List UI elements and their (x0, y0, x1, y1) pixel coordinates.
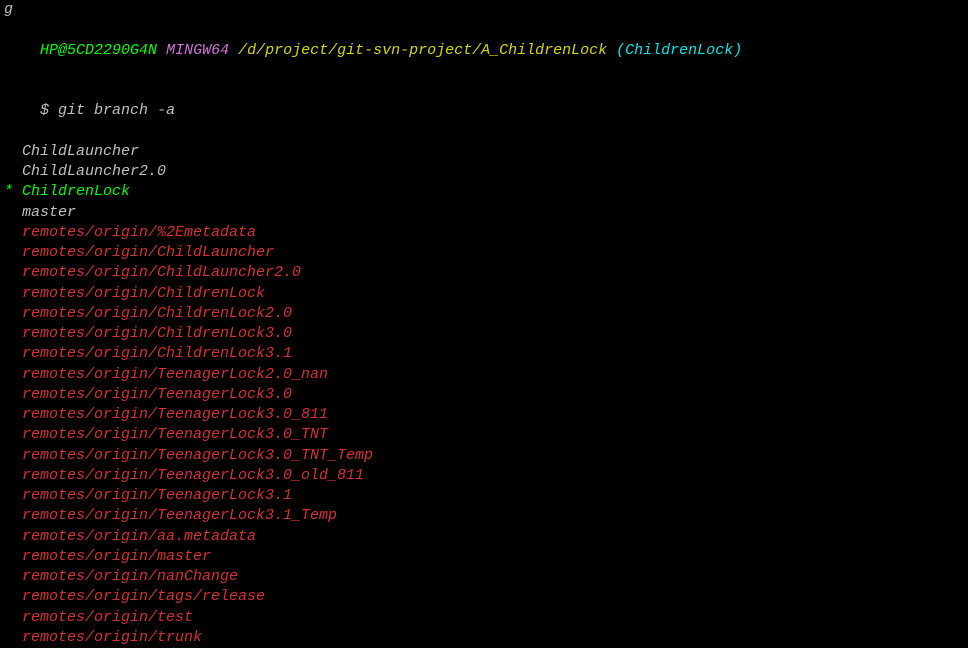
branch-name: remotes/origin/TeenagerLock3.0_old_811 (22, 467, 364, 484)
remote-branches-list: remotes/origin/%2Emetadata remotes/origi… (4, 223, 964, 648)
branch-name: remotes/origin/ChildLauncher2.0 (22, 264, 301, 281)
branch-name: remotes/origin/trunk (22, 629, 202, 646)
branch-marker (4, 324, 22, 344)
remote-branch-item: remotes/origin/trunk (4, 628, 964, 648)
branch-marker (4, 587, 22, 607)
remote-branch-item: remotes/origin/TeenagerLock2.0_nan (4, 365, 964, 385)
remote-branch-item: remotes/origin/TeenagerLock3.0_TNT (4, 425, 964, 445)
branch-marker (4, 203, 22, 223)
branch-name: remotes/origin/master (22, 548, 211, 565)
remote-branch-item: remotes/origin/TeenagerLock3.0_811 (4, 405, 964, 425)
branch-marker (4, 527, 22, 547)
branch-marker (4, 405, 22, 425)
local-branches-list: ChildLauncher ChildLauncher2.0* Children… (4, 142, 964, 223)
remote-branch-item: remotes/origin/TeenagerLock3.1_Temp (4, 506, 964, 526)
remote-branch-item: remotes/origin/aa.metadata (4, 527, 964, 547)
remote-branch-item: remotes/origin/test (4, 608, 964, 628)
remote-branch-item: remotes/origin/ChildrenLock3.0 (4, 324, 964, 344)
branch-name: remotes/origin/ChildrenLock3.1 (22, 345, 292, 362)
branch-name: remotes/origin/%2Emetadata (22, 224, 256, 241)
cwd-path: /d/project/git-svn-project/A_ChildrenLoc… (238, 42, 607, 59)
remote-branch-item: remotes/origin/TeenagerLock3.0_TNT_Temp (4, 446, 964, 466)
branch-marker (4, 284, 22, 304)
remote-branch-item: remotes/origin/TeenagerLock3.1 (4, 486, 964, 506)
branch-marker (4, 506, 22, 526)
branch-marker (4, 446, 22, 466)
command-text: git branch -a (58, 102, 175, 119)
branch-name: ChildrenLock (22, 183, 130, 200)
local-branch-item: ChildLauncher2.0 (4, 162, 964, 182)
branch-indicator: (ChildrenLock) (616, 42, 742, 59)
branch-name: remotes/origin/TeenagerLock3.0_TNT (22, 426, 328, 443)
branch-name: ChildLauncher2.0 (22, 163, 166, 180)
branch-marker (4, 344, 22, 364)
branch-name: remotes/origin/TeenagerLock2.0_nan (22, 366, 328, 383)
branch-name: remotes/origin/TeenagerLock3.1 (22, 487, 292, 504)
branch-name: remotes/origin/TeenagerLock3.0 (22, 386, 292, 403)
prompt-symbol: $ (40, 102, 49, 119)
branch-marker (4, 304, 22, 324)
remote-branch-item: remotes/origin/ChildrenLock3.1 (4, 344, 964, 364)
branch-marker (4, 223, 22, 243)
branch-marker (4, 263, 22, 283)
local-branch-item: master (4, 203, 964, 223)
branch-name: remotes/origin/TeenagerLock3.1_Temp (22, 507, 337, 524)
branch-marker: * (4, 182, 22, 202)
branch-marker (4, 425, 22, 445)
branch-name: master (22, 204, 76, 221)
local-branch-item: ChildLauncher (4, 142, 964, 162)
local-branch-item: * ChildrenLock (4, 182, 964, 202)
branch-name: remotes/origin/aa.metadata (22, 528, 256, 545)
branch-name: remotes/origin/ChildLauncher (22, 244, 274, 261)
user-host: HP@5CD2290G4N (40, 42, 157, 59)
command-line: $ git branch -a (4, 81, 964, 142)
branch-name: remotes/origin/tags/release (22, 588, 265, 605)
branch-marker (4, 628, 22, 648)
branch-marker (4, 385, 22, 405)
shell-prompt: HP@5CD2290G4N MINGW64 /d/project/git-svn… (4, 20, 964, 81)
branch-name: remotes/origin/nanChange (22, 568, 238, 585)
remote-branch-item: remotes/origin/TeenagerLock3.0 (4, 385, 964, 405)
branch-marker (4, 608, 22, 628)
branch-marker (4, 162, 22, 182)
remote-branch-item: remotes/origin/%2Emetadata (4, 223, 964, 243)
remote-branch-item: remotes/origin/tags/release (4, 587, 964, 607)
branch-marker (4, 466, 22, 486)
branch-name: remotes/origin/ChildrenLock3.0 (22, 325, 292, 342)
branch-marker (4, 243, 22, 263)
branch-marker (4, 486, 22, 506)
remote-branch-item: remotes/origin/nanChange (4, 567, 964, 587)
branch-name: remotes/origin/TeenagerLock3.0_811 (22, 406, 328, 423)
prev-output: g (4, 0, 964, 20)
terminal-output[interactable]: g HP@5CD2290G4N MINGW64 /d/project/git-s… (0, 0, 968, 648)
branch-name: remotes/origin/TeenagerLock3.0_TNT_Temp (22, 447, 373, 464)
remote-branch-item: remotes/origin/ChildrenLock2.0 (4, 304, 964, 324)
mingw-label: MINGW64 (166, 42, 229, 59)
branch-marker (4, 142, 22, 162)
remote-branch-item: remotes/origin/TeenagerLock3.0_old_811 (4, 466, 964, 486)
branch-marker (4, 547, 22, 567)
branch-marker (4, 365, 22, 385)
remote-branch-item: remotes/origin/ChildLauncher (4, 243, 964, 263)
branch-name: ChildLauncher (22, 143, 139, 160)
remote-branch-item: remotes/origin/master (4, 547, 964, 567)
remote-branch-item: remotes/origin/ChildrenLock (4, 284, 964, 304)
remote-branch-item: remotes/origin/ChildLauncher2.0 (4, 263, 964, 283)
branch-name: remotes/origin/ChildrenLock (22, 285, 265, 302)
branch-name: remotes/origin/test (22, 609, 193, 626)
branch-marker (4, 567, 22, 587)
branch-name: remotes/origin/ChildrenLock2.0 (22, 305, 292, 322)
